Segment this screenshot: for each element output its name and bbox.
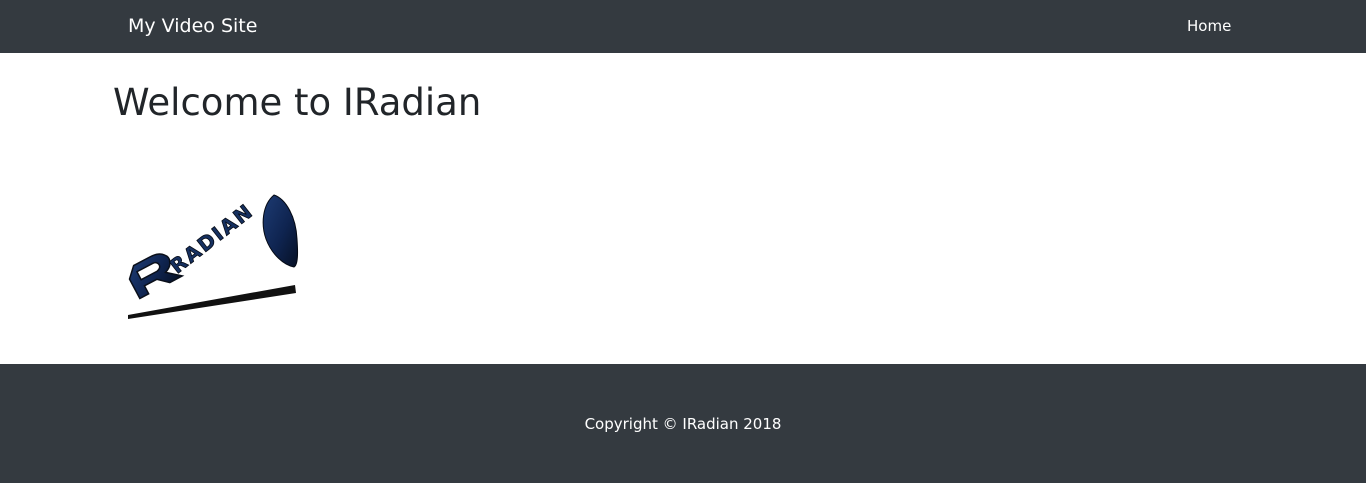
main-content: Welcome to IRadian RADIAN	[0, 53, 1366, 364]
page-title: Welcome to IRadian	[113, 81, 482, 124]
logo-underline-stripe	[128, 285, 296, 319]
iradian-logo-graphic: RADIAN	[128, 194, 299, 319]
iradian-logo: RADIAN	[124, 169, 304, 324]
logo-dish-shape	[262, 194, 299, 268]
top-navbar: My Video Site Home	[0, 0, 1366, 53]
site-brand-link[interactable]: My Video Site	[128, 14, 257, 38]
nav-link-home[interactable]: Home	[1187, 16, 1231, 36]
logo-wordmark: RADIAN	[165, 198, 258, 278]
logo-letters-adian: RADIAN	[165, 198, 259, 279]
page-footer: Copyright © IRadian 2018	[0, 364, 1366, 483]
footer-copyright: Copyright © IRadian 2018	[584, 415, 782, 433]
